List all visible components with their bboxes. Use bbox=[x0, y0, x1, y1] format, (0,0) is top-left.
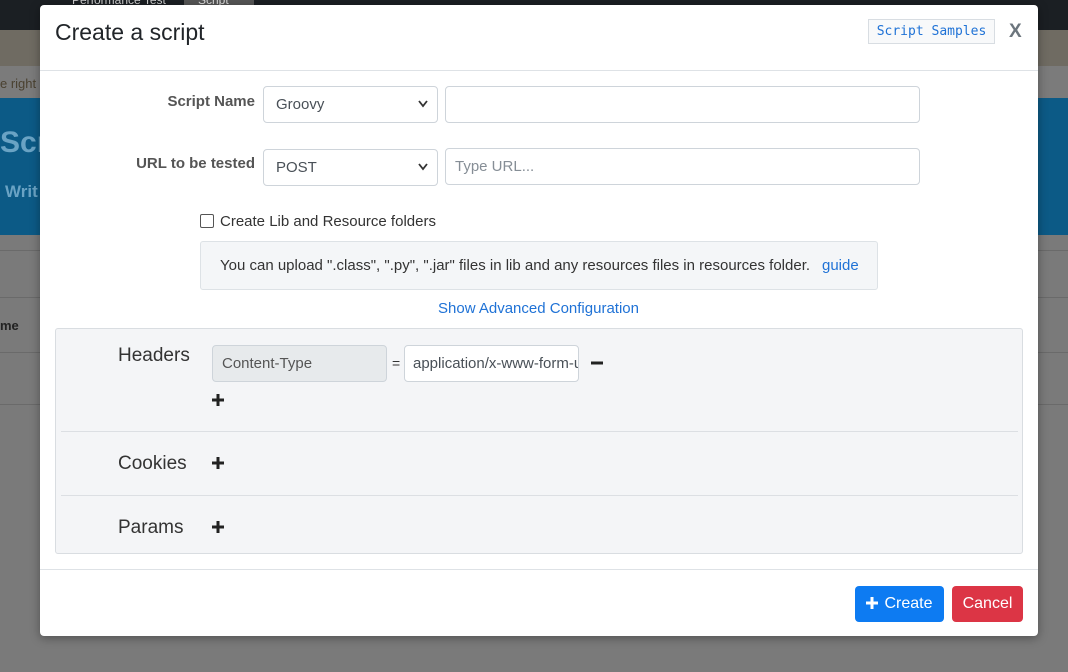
add-header-plus-icon[interactable] bbox=[211, 392, 227, 408]
script-name-label: Script Name bbox=[167, 93, 255, 110]
add-param-plus-icon[interactable] bbox=[211, 519, 227, 535]
remove-header-minus-icon[interactable] bbox=[590, 355, 606, 371]
header-equals-sign: = bbox=[392, 355, 401, 371]
close-button[interactable]: X bbox=[1009, 21, 1022, 43]
upload-info-text: You can upload ".class", ".py", ".jar" f… bbox=[220, 257, 811, 274]
create-lib-resource-checkbox[interactable] bbox=[200, 214, 214, 228]
upload-info-box: You can upload ".class", ".py", ".jar" f… bbox=[200, 241, 878, 290]
add-cookie-plus-icon[interactable] bbox=[211, 455, 227, 471]
url-label: URL to be tested bbox=[136, 155, 255, 172]
show-advanced-configuration-link[interactable]: Show Advanced Configuration bbox=[438, 300, 639, 317]
guide-link[interactable]: guide bbox=[822, 257, 859, 274]
create-script-modal: Create a script Script Samples X Script … bbox=[40, 5, 1038, 636]
params-label: Params bbox=[118, 517, 184, 538]
create-button-label: Create bbox=[884, 595, 933, 612]
url-placeholder: Type URL... bbox=[455, 158, 535, 175]
cookies-label: Cookies bbox=[118, 453, 187, 474]
header-key-field: Content-Type bbox=[212, 345, 387, 382]
script-name-input[interactable] bbox=[445, 86, 920, 123]
header-value-input[interactable]: application/x-www-form-urlencoded bbox=[404, 345, 579, 382]
advanced-configuration-panel: Headers Content-Type = application/x-www… bbox=[55, 328, 1023, 554]
http-method-select[interactable]: POST bbox=[263, 149, 438, 186]
modal-header: Create a script Script Samples X bbox=[40, 5, 1038, 71]
background-banner-subtitle: Writ bbox=[5, 182, 38, 201]
language-select[interactable]: Groovy bbox=[263, 86, 438, 123]
script-samples-button[interactable]: Script Samples bbox=[868, 19, 995, 44]
modal-title: Create a script bbox=[55, 19, 205, 45]
cancel-button[interactable]: Cancel bbox=[952, 586, 1023, 622]
http-method-value: POST bbox=[276, 159, 317, 176]
section-divider bbox=[61, 495, 1018, 496]
chevron-down-icon bbox=[418, 100, 428, 108]
background-column-header: me bbox=[0, 318, 19, 333]
section-divider bbox=[61, 431, 1018, 432]
modal-footer: Create Cancel bbox=[40, 569, 1038, 636]
headers-label: Headers bbox=[118, 345, 190, 366]
url-input[interactable]: Type URL... bbox=[445, 148, 920, 185]
language-select-value: Groovy bbox=[276, 96, 325, 113]
chevron-down-icon bbox=[418, 163, 428, 171]
create-button[interactable]: Create bbox=[855, 586, 944, 622]
plus-icon bbox=[866, 597, 879, 609]
create-lib-resource-label[interactable]: Create Lib and Resource folders bbox=[220, 213, 436, 230]
